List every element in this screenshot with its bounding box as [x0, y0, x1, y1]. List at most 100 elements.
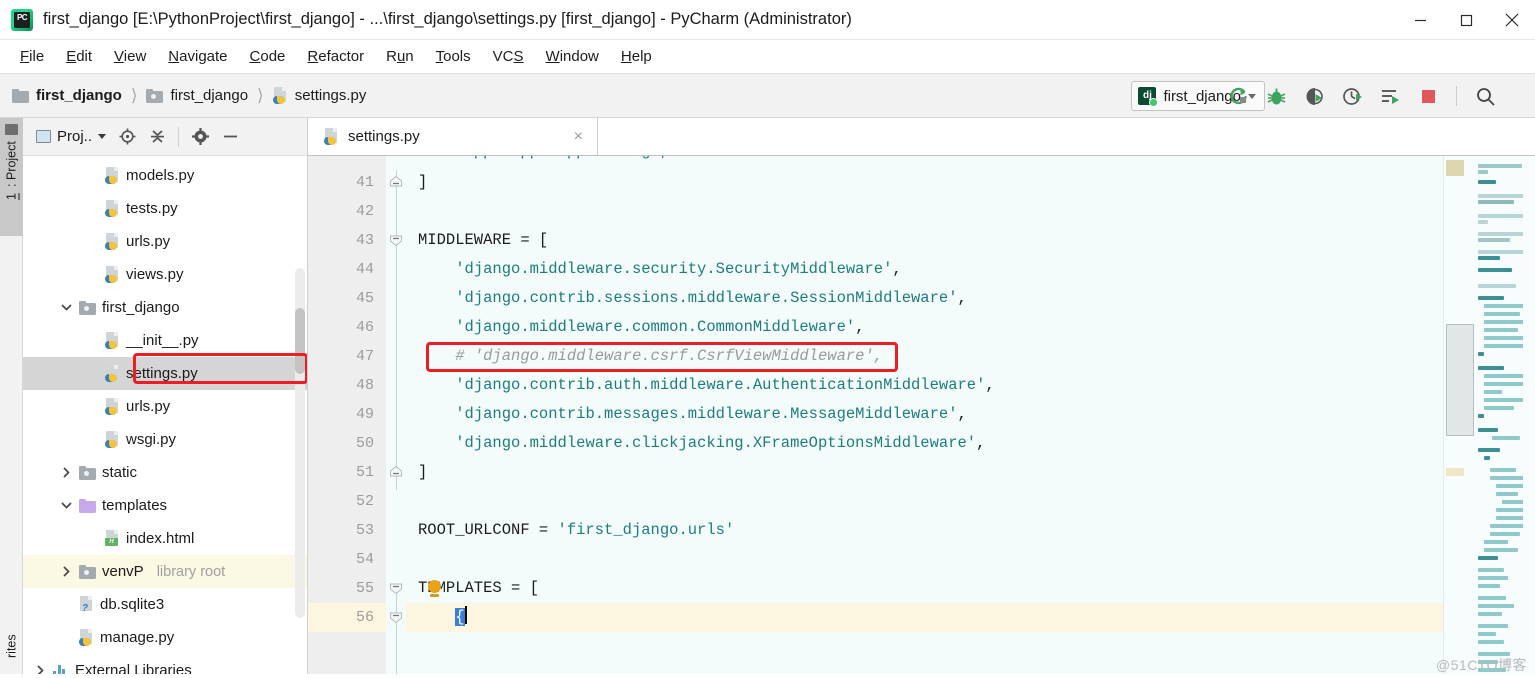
code-editor[interactable]: 41 42 43 44 45 46 47 48 49 50 51 52 53 54 55 56 'app1.a… [308, 156, 1535, 674]
menu-view[interactable]: View [104, 44, 156, 69]
code-line-45[interactable]: 'django.contrib.sessions.middleware.Sess… [406, 284, 1443, 313]
minimap-code-line [1484, 406, 1514, 410]
minimap-code-line [1484, 390, 1502, 394]
close-icon[interactable] [1489, 0, 1535, 40]
scrollbar-thumb[interactable] [295, 308, 305, 374]
menu-window[interactable]: Window [536, 44, 609, 69]
minimap-code-line [1478, 414, 1484, 418]
tree-item-first-django[interactable]: first_django [23, 291, 307, 324]
chevron-down-icon[interactable] [59, 499, 73, 513]
profile-button[interactable] [1340, 84, 1364, 108]
editor-tab-settings-py[interactable]: settings.py × [308, 118, 598, 155]
project-tree[interactable]: models.py tests.py urls.py views.py first_dj… [23, 156, 307, 674]
minimap-code-line [1478, 596, 1506, 600]
code-line-46[interactable]: 'django.middleware.common.CommonMiddlewa… [406, 313, 1443, 342]
hide-panel-button[interactable] [221, 128, 239, 146]
tree-item-external-libraries[interactable]: External Libraries [23, 654, 307, 674]
tree-item-views-py[interactable]: views.py [23, 258, 307, 291]
chevron-right-icon[interactable] [59, 466, 73, 480]
chevron-down-icon[interactable] [59, 301, 73, 315]
code-line-41[interactable]: ] [406, 168, 1443, 197]
watermark: @51CTO博客 [1435, 657, 1527, 673]
menu-vcs[interactable]: VCS [483, 44, 534, 69]
breadcrumb-item-file[interactable]: settings.py [272, 87, 366, 104]
menu-run[interactable]: Run [376, 44, 424, 69]
project-scrollbar[interactable] [295, 268, 305, 618]
code-line-43[interactable]: MIDDLEWARE = [ [406, 226, 1443, 255]
breadcrumb-item-project[interactable]: first_django [12, 87, 122, 104]
menu-edit[interactable]: Edit [56, 44, 102, 69]
tree-item-tests-py[interactable]: tests.py [23, 192, 307, 225]
code-line-50[interactable]: 'django.middleware.clickjacking.XFrameOp… [406, 429, 1443, 458]
minimap-code-line [1478, 640, 1504, 644]
chevron-right-icon[interactable] [33, 664, 47, 674]
code-line-48[interactable]: 'django.contrib.auth.middleware.Authenti… [406, 371, 1443, 400]
close-icon[interactable]: × [544, 128, 583, 145]
code-line-51[interactable]: ] [406, 458, 1443, 487]
tree-item-venvp[interactable]: venvP library root [23, 555, 307, 588]
code-line-55[interactable]: TEMPLATES = [ [406, 574, 1443, 603]
tree-item-static[interactable]: static [23, 456, 307, 489]
code-folding-column[interactable] [386, 156, 406, 674]
tree-item--init-py[interactable]: __init__.py [23, 324, 307, 357]
code-line-56[interactable]: { [406, 603, 1443, 632]
code-minimap[interactable] [1443, 156, 1535, 674]
minimap-code-line [1478, 296, 1504, 300]
intention-bulb-icon[interactable] [428, 580, 441, 597]
tree-item-urls-py[interactable]: urls.py [23, 390, 307, 423]
minimap-code-line [1478, 576, 1508, 580]
menu-help[interactable]: Help [611, 44, 662, 69]
maximize-icon[interactable] [1443, 0, 1489, 40]
breadcrumb-item-package[interactable]: first_django [146, 87, 248, 104]
chevron-right-icon[interactable] [59, 565, 73, 579]
tree-item-urls-py[interactable]: urls.py [23, 225, 307, 258]
settings-gear-button[interactable] [191, 128, 209, 146]
debug-button[interactable] [1264, 84, 1288, 108]
code-line-49[interactable]: 'django.contrib.messages.middleware.Mess… [406, 400, 1443, 429]
code-line-42[interactable] [406, 197, 1443, 226]
search-icon[interactable] [1473, 84, 1497, 108]
menu-code[interactable]: Code [240, 44, 296, 69]
code-text-area[interactable]: 'app1.apps.App1Config', ]MIDDLEWARE = [ … [406, 156, 1443, 674]
fold-toggle-end[interactable] [389, 465, 403, 479]
collapse-all-button[interactable] [148, 128, 166, 146]
tool-window-tab-favorites[interactable]: rites [0, 628, 23, 674]
run-button[interactable] [1226, 84, 1250, 108]
project-panel-title[interactable]: Proj.. [36, 128, 107, 145]
menu-navigate[interactable]: Navigate [158, 44, 237, 69]
tree-item-index-html[interactable]: Hindex.html [23, 522, 307, 555]
tree-item-templates[interactable]: templates [23, 489, 307, 522]
minimap-viewport[interactable] [1446, 324, 1474, 436]
menu-refactor[interactable]: Refactor [297, 44, 374, 69]
line-number: 52 [355, 493, 374, 510]
fold-toggle-start[interactable] [389, 581, 403, 595]
menu-bar: File Edit View Navigate Code Refactor Ru… [0, 40, 1535, 74]
minimize-icon[interactable] [1397, 0, 1443, 40]
menu-tools[interactable]: Tools [426, 44, 481, 69]
code-line-47[interactable]: # 'django.middleware.csrf.CsrfViewMiddle… [406, 342, 1443, 371]
django-icon: dj [1138, 87, 1159, 107]
line-number-gutter[interactable]: 41 42 43 44 45 46 47 48 49 50 51 52 53 54 55 56 [308, 156, 386, 674]
menu-file[interactable]: File [10, 44, 54, 69]
tree-item-label: settings.py [126, 365, 198, 382]
locate-file-button[interactable] [118, 128, 136, 146]
fold-toggle-end[interactable] [389, 175, 403, 189]
code-line-54[interactable] [406, 545, 1443, 574]
fold-toggle-start[interactable] [389, 233, 403, 247]
fold-toggle-start[interactable] [389, 610, 403, 624]
tree-item-wsgi-py[interactable]: wsgi.py [23, 423, 307, 456]
tool-window-tab-project[interactable]: 1: Project [0, 118, 23, 236]
code-line-52[interactable] [406, 487, 1443, 516]
tree-item-settings-py[interactable]: settings.py [23, 357, 307, 390]
line-number: 46 [355, 319, 374, 336]
stop-button[interactable] [1416, 84, 1440, 108]
run-with-coverage-button[interactable] [1302, 84, 1326, 108]
code-line-44[interactable]: 'django.middleware.security.SecurityMidd… [406, 255, 1443, 284]
code-line-53[interactable]: ROOT_URLCONF = 'first_django.urls' [406, 516, 1443, 545]
tree-item-db-sqlite3[interactable]: ? db.sqlite3 [23, 588, 307, 621]
run-tests-button[interactable] [1378, 84, 1402, 108]
tree-item-models-py[interactable]: models.py [23, 159, 307, 192]
tree-item-manage-py[interactable]: manage.py [23, 621, 307, 654]
error-stripe[interactable] [1523, 156, 1535, 674]
